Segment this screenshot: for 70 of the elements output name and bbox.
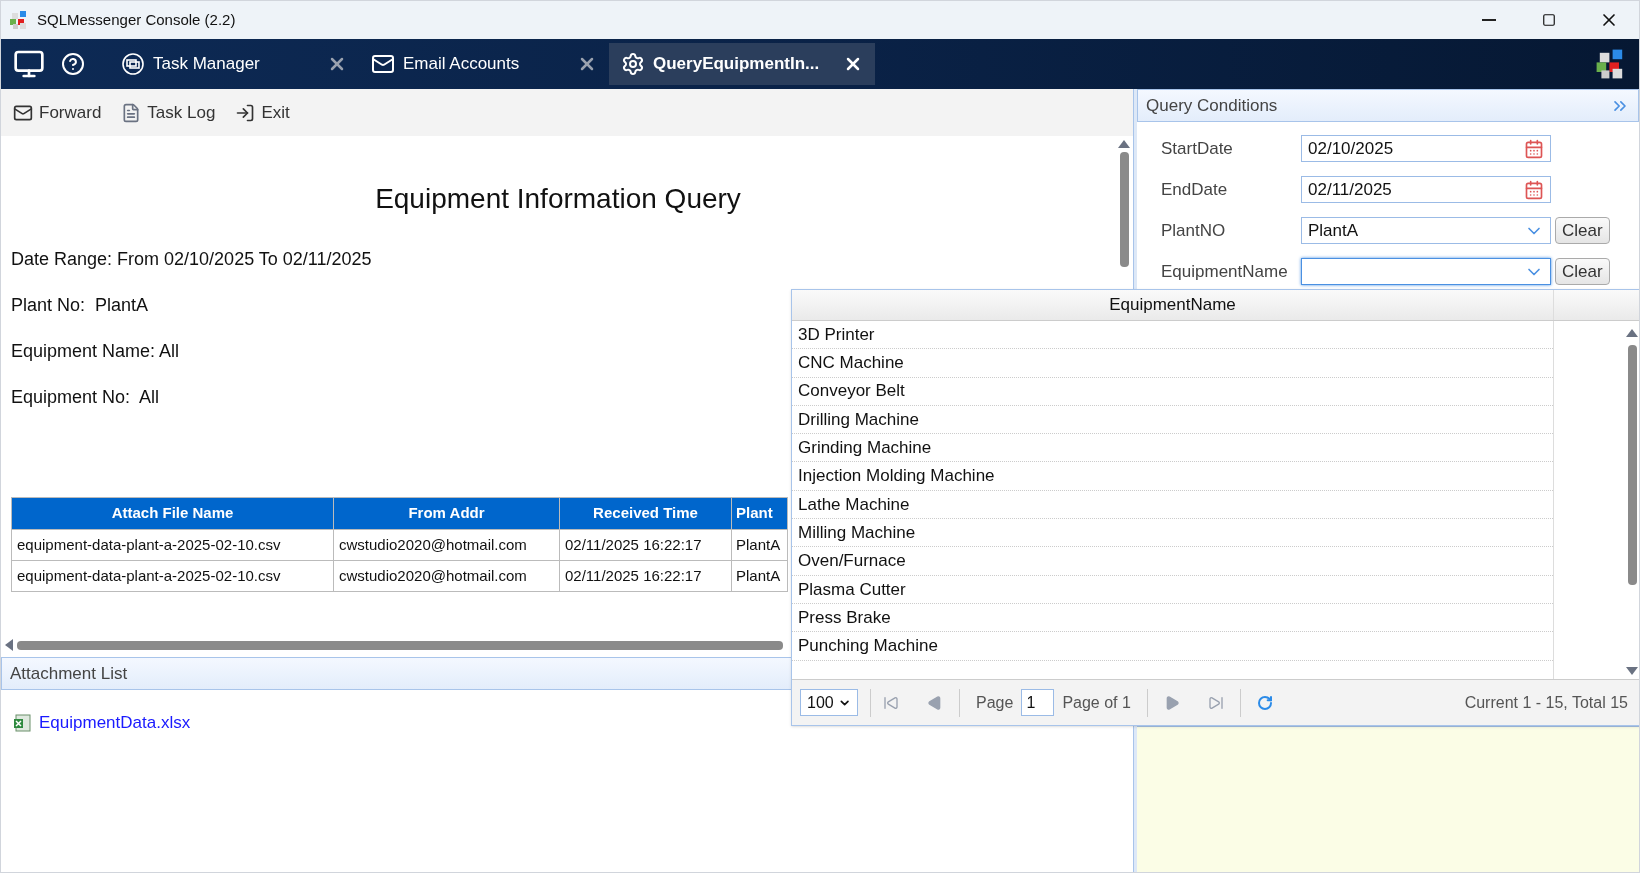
toolbar-button[interactable]: Task Log [121, 99, 216, 126]
page-label: Page [976, 692, 1014, 713]
panel-header: Query Conditions [1146, 94, 1278, 117]
table-cell: cwstudio2020@hotmail.com [333, 529, 560, 561]
log-icon [121, 102, 142, 123]
field-label: StartDate [1161, 137, 1234, 160]
list-item[interactable]: Oven/Furnace [792, 547, 1553, 576]
tab[interactable]: Email Accounts [359, 43, 609, 85]
list-item[interactable]: 3D Printer [792, 321, 1553, 350]
report-line: Equipment Name: All [11, 340, 180, 363]
date-field[interactable]: 02/10/2025 [1301, 135, 1551, 162]
gear-icon [621, 52, 645, 76]
column-header: EquipmentName [792, 290, 1554, 320]
list-item[interactable]: Plasma Cutter [792, 575, 1553, 604]
page-summary: Current 1 - 15, Total 15 [1464, 692, 1629, 713]
list-item[interactable]: Press Brake [792, 603, 1553, 633]
maximize-icon [1542, 13, 1556, 27]
clear-button[interactable]: Clear [1555, 258, 1610, 285]
clear-button[interactable]: Clear [1555, 217, 1610, 244]
report-title: Equipment Information Query [374, 182, 742, 216]
calendar-icon[interactable] [1524, 138, 1544, 159]
monitor-icon[interactable] [13, 48, 45, 80]
list-item[interactable]: Injection Molding Machine [792, 462, 1553, 491]
field-label: EndDate [1161, 178, 1229, 201]
previous-page-icon[interactable] [927, 694, 943, 711]
table-cell: PlantA [731, 529, 788, 561]
logo-icon [9, 10, 29, 30]
envelope-icon [371, 52, 395, 76]
field-label: PlantNO [1161, 219, 1227, 242]
combo-box[interactable]: PlantA [1301, 217, 1551, 244]
window-title: SQLMessenger Console (2.2) [37, 9, 236, 30]
column-header: From Addr [333, 497, 560, 530]
report-line: Equipment No: All [11, 386, 160, 409]
calendar-icon[interactable] [1524, 179, 1544, 200]
list-item[interactable]: Drilling Machine [792, 405, 1553, 435]
table-cell: equipment-data-plant-a-2025-02-10.csv [11, 560, 334, 592]
report-line: Date Range: From 02/10/2025 To 02/11/2025 [11, 248, 372, 271]
toolbar-button[interactable]: Forward [13, 99, 102, 126]
list-item[interactable]: Conveyor Belt [792, 377, 1553, 406]
list-item[interactable]: Lathe Machine [792, 490, 1553, 520]
table-cell: equipment-data-plant-a-2025-02-10.csv [11, 529, 334, 561]
spreadsheet-icon [13, 712, 33, 733]
page-field[interactable]: 1 [1021, 689, 1055, 716]
toolbar-button[interactable]: Exit [235, 99, 290, 126]
window-icon [121, 52, 145, 76]
table-cell: 02/11/2025 16:22:17 [559, 560, 732, 592]
exit-icon [235, 102, 256, 123]
list-item[interactable]: CNC Machine [792, 349, 1553, 378]
list-item[interactable]: Punching Machine [792, 632, 1553, 661]
page-count: Page of 1 [1062, 692, 1131, 713]
minimize-icon [1482, 19, 1496, 21]
tab[interactable]: Task Manager [109, 43, 359, 85]
page-size-select[interactable]: 100 [800, 689, 858, 716]
column-header: Attach File Name [11, 497, 334, 530]
column-header: Received Time [559, 497, 732, 530]
tab[interactable]: QueryEquipmentIn... [609, 43, 876, 85]
first-page-icon[interactable] [883, 694, 899, 711]
date-field[interactable]: 02/11/2025 [1301, 176, 1551, 203]
field-label: EquipmentName [1161, 260, 1289, 283]
help-icon[interactable] [61, 52, 85, 76]
last-page-icon[interactable] [1207, 694, 1224, 711]
report-line: Plant No: PlantA [11, 294, 149, 317]
list-item[interactable]: Milling Machine [792, 519, 1553, 548]
table-cell: PlantA [731, 560, 788, 592]
column-header: Plant [731, 497, 788, 530]
combo-box[interactable] [1301, 258, 1551, 285]
list-item[interactable]: Grinding Machine [792, 434, 1553, 463]
refresh-icon[interactable] [1256, 694, 1273, 711]
table-cell: cwstudio2020@hotmail.com [333, 560, 560, 592]
table-cell: 02/11/2025 16:22:17 [559, 529, 732, 561]
